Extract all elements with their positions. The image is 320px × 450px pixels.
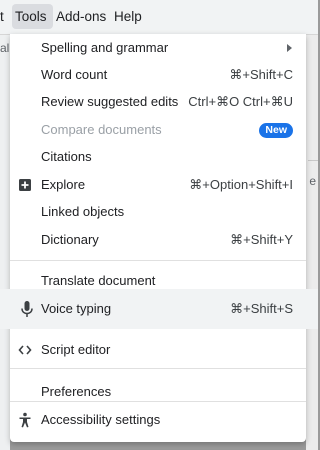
menu-item-label: Script editor — [41, 342, 111, 357]
tools-dropdown-menu: Spelling and grammar Word count ⌘+Shift+… — [10, 34, 306, 442]
menu-tools[interactable]: Tools — [12, 4, 53, 29]
menu-add-ons[interactable]: Add-ons — [56, 9, 106, 24]
microphone-icon — [20, 300, 34, 318]
menu-item-label: Linked objects — [41, 204, 125, 219]
new-badge: New — [259, 123, 293, 138]
document-left-fragment: al — [0, 41, 10, 55]
menu-partial-item[interactable]: t — [0, 9, 4, 24]
menu-item-word-count[interactable]: Word count ⌘+Shift+C — [10, 62, 306, 88]
menu-item-dictionary[interactable]: Dictionary ⌘+Shift+Y — [10, 227, 306, 253]
menu-item-voice-typing[interactable]: Voice typing ⌘+Shift+S — [0, 289, 318, 329]
menu-item-label: Compare documents — [41, 122, 162, 137]
menu-item-label: Accessibility settings — [41, 412, 161, 427]
menu-item-label: Dictionary — [41, 232, 99, 247]
menu-bar: t Tools Add-ons Help — [0, 0, 318, 35]
menu-item-label: Preferences — [41, 384, 112, 399]
document-left-edge — [0, 35, 10, 450]
menu-item-shortcut: ⌘+Shift+Y — [230, 232, 293, 247]
menu-item-shortcut: ⌘+Option+Shift+I — [189, 177, 293, 192]
menu-item-spelling-and-grammar[interactable]: Spelling and grammar — [10, 35, 306, 61]
menu-item-shortcut: ⌘+Shift+C — [229, 67, 293, 82]
explore-icon — [18, 172, 34, 198]
submenu-arrow-icon — [287, 44, 292, 52]
menu-item-label: Explore — [41, 177, 86, 192]
menu-item-shortcut: Ctrl+⌘O Ctrl+⌘U — [188, 94, 293, 109]
menu-item-review-suggested-edits[interactable]: Review suggested edits Ctrl+⌘O Ctrl+⌘U — [10, 89, 306, 115]
menu-item-label: Spelling and grammar — [41, 40, 169, 55]
code-icon — [18, 337, 34, 363]
menu-item-accessibility-settings[interactable]: Accessibility settings — [10, 407, 306, 433]
accessibility-icon — [18, 407, 34, 433]
menu-separator — [10, 368, 306, 369]
menu-item-label: Citations — [41, 149, 92, 164]
document-right-fragment: e — [309, 174, 316, 188]
menu-item-shortcut: ⌘+Shift+S — [230, 301, 293, 316]
document-right-edge — [306, 35, 318, 450]
menu-item-compare-documents: Compare documents New — [10, 117, 306, 143]
menu-item-script-editor[interactable]: Script editor — [10, 337, 306, 363]
menu-item-label: Review suggested edits — [41, 94, 179, 109]
menu-item-label: Word count — [41, 67, 108, 82]
menu-separator — [10, 260, 306, 261]
menu-item-citations[interactable]: Citations — [10, 144, 306, 170]
menu-item-preferences[interactable]: Preferences — [10, 379, 306, 405]
menu-item-explore[interactable]: Explore ⌘+Option+Shift+I — [10, 172, 306, 198]
document-right-rule — [308, 160, 318, 161]
menu-item-linked-objects[interactable]: Linked objects — [10, 199, 306, 225]
menu-help[interactable]: Help — [114, 9, 142, 24]
menu-item-label: Voice typing — [41, 301, 112, 316]
